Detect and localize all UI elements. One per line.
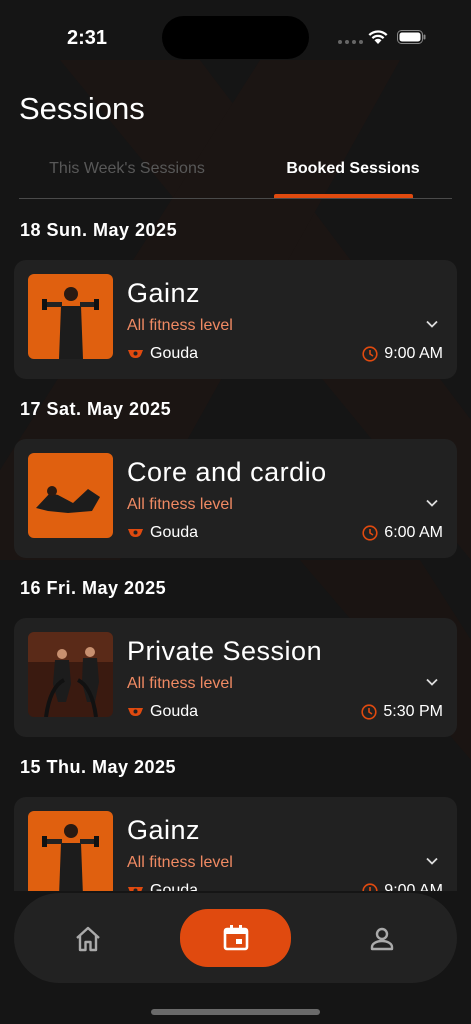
clock-icon	[362, 525, 378, 541]
location-icon	[128, 887, 143, 891]
session-title: Core and cardio	[127, 457, 327, 487]
fitness-level: All fitness level	[127, 675, 233, 692]
session-title: Gainz	[127, 815, 201, 845]
session-time: 9:00 AM	[362, 882, 443, 891]
location-label: Gouda	[150, 345, 199, 362]
session-time: 5:30 PM	[361, 703, 443, 721]
battery-icon	[397, 30, 426, 44]
clock-icon	[362, 883, 378, 891]
bottom-nav	[14, 893, 457, 983]
home-indicator	[151, 1009, 320, 1015]
chevron-down-icon[interactable]	[425, 675, 439, 689]
tab-this-weeks-sessions[interactable]: This Week's Sessions	[19, 150, 235, 198]
session-title: Private Session	[127, 636, 323, 666]
page-title: Sessions	[19, 91, 145, 126]
home-icon	[76, 926, 100, 952]
session-location: Gouda	[127, 703, 198, 721]
chevron-down-icon[interactable]	[425, 854, 439, 868]
location-label: Gouda	[150, 524, 199, 541]
session-card[interactable]: Gainz All fitness level Gouda 9:00 AM	[14, 260, 457, 379]
nav-profile-button[interactable]	[348, 911, 416, 967]
chevron-down-icon[interactable]	[425, 317, 439, 331]
session-card[interactable]: Private Session All fitness level Gouda …	[14, 618, 457, 737]
battle-ropes-photo	[28, 632, 113, 717]
fitness-level: All fitness level	[127, 854, 233, 871]
signal-icon	[338, 40, 363, 44]
time-label: 9:00 AM	[384, 345, 443, 362]
time-label: 9:00 AM	[384, 882, 443, 891]
nav-sessions-button[interactable]	[180, 909, 291, 967]
date-header: 15 Thu. May 2025	[20, 757, 177, 777]
woman-dumbbells-photo	[28, 274, 113, 359]
session-tabs: This Week's Sessions Booked Sessions	[19, 150, 452, 199]
woman-dumbbells-photo	[28, 811, 113, 891]
session-card[interactable]: Gainz All fitness level Gouda 9:00 AM	[14, 797, 457, 891]
tab-booked-sessions[interactable]: Booked Sessions	[255, 150, 451, 198]
status-time: 2:31	[67, 27, 108, 49]
time-label: 5:30 PM	[383, 703, 443, 720]
date-header: 18 Sun. May 2025	[20, 220, 178, 240]
calendar-icon	[223, 925, 248, 951]
booked-sessions-list[interactable]: 18 Sun. May 2025 Gainz All fitness level…	[0, 205, 471, 891]
date-header: 17 Sat. May 2025	[20, 399, 172, 419]
session-time: 9:00 AM	[362, 345, 443, 363]
session-location: Gouda	[127, 882, 198, 891]
location-icon	[128, 708, 143, 717]
session-card[interactable]: Core and cardio All fitness level Gouda …	[14, 439, 457, 558]
session-time: 6:00 AM	[362, 524, 443, 542]
clock-icon	[362, 346, 378, 362]
active-tab-indicator	[274, 194, 413, 198]
chevron-down-icon[interactable]	[425, 496, 439, 510]
location-label: Gouda	[150, 703, 199, 720]
time-label: 6:00 AM	[384, 524, 443, 541]
session-location: Gouda	[127, 524, 198, 542]
location-label: Gouda	[150, 882, 199, 891]
session-title: Gainz	[127, 278, 201, 308]
date-header: 16 Fri. May 2025	[20, 578, 167, 598]
session-location: Gouda	[127, 345, 198, 363]
location-icon	[128, 529, 143, 538]
location-icon	[128, 350, 143, 359]
nav-home-button[interactable]	[54, 911, 122, 967]
status-bar: 2:31	[0, 0, 471, 80]
fitness-level: All fitness level	[127, 496, 233, 513]
profile-icon	[370, 927, 394, 951]
dynamic-island	[162, 16, 309, 59]
fitness-level: All fitness level	[127, 317, 233, 334]
wifi-icon	[368, 30, 388, 44]
floor-exercise-photo	[28, 453, 113, 538]
clock-icon	[361, 704, 378, 720]
